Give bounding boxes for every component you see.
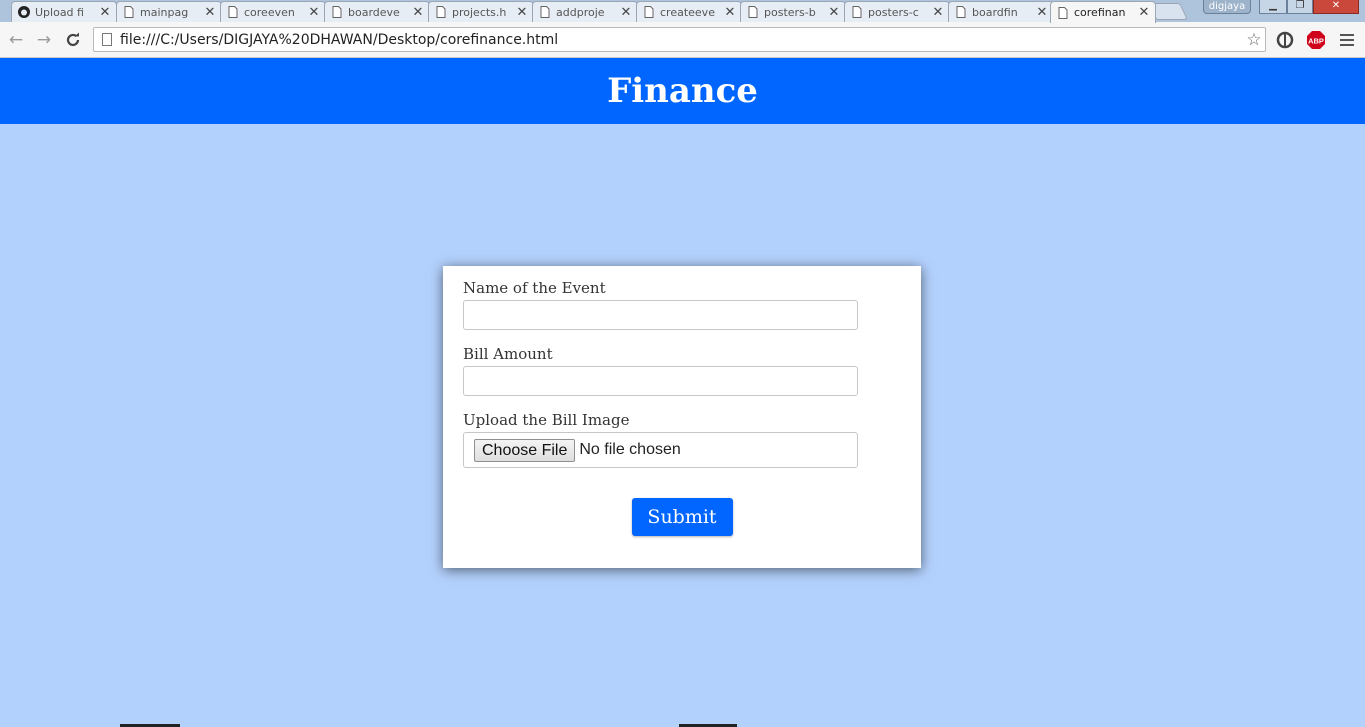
browser-tab-title: posters-c xyxy=(868,5,919,19)
window-close-button[interactable]: ✕ xyxy=(1313,0,1359,14)
browser-tab[interactable]: coreeven ✕ xyxy=(220,1,326,22)
reload-icon[interactable] xyxy=(63,30,83,50)
close-tab-icon[interactable]: ✕ xyxy=(931,5,945,20)
page-title: Finance xyxy=(607,71,758,111)
browser-tab-title: createeve xyxy=(660,5,715,19)
page-icon xyxy=(747,6,759,18)
browser-tab[interactable]: posters-c ✕ xyxy=(844,1,950,22)
browser-tab-title: boardeve xyxy=(348,5,400,19)
browser-tab[interactable]: posters-b ✕ xyxy=(740,1,846,22)
page-icon xyxy=(1057,6,1069,19)
close-tab-icon[interactable]: ✕ xyxy=(619,5,633,20)
browser-tab[interactable]: createeve ✕ xyxy=(636,1,742,22)
minimize-button[interactable]: ▁ xyxy=(1259,0,1287,14)
restore-button[interactable]: ❐ xyxy=(1287,0,1313,14)
page-header: Finance xyxy=(0,58,1365,124)
close-tab-icon[interactable]: ✕ xyxy=(307,5,321,20)
browser-tab-title: boardfin xyxy=(972,5,1018,19)
bill-amount-label: Bill Amount xyxy=(463,345,553,363)
browser-tab[interactable]: mainpag ✕ xyxy=(116,1,222,22)
browser-tab-title: coreeven xyxy=(244,5,295,19)
browser-tab[interactable]: corefinan ✕ xyxy=(1050,1,1156,23)
browser-menu-icon[interactable] xyxy=(1338,31,1356,49)
page-icon xyxy=(102,33,112,46)
page-icon xyxy=(227,6,239,18)
browser-tab[interactable]: boardeve ✕ xyxy=(324,1,430,22)
page-icon xyxy=(539,6,551,18)
close-tab-icon[interactable]: ✕ xyxy=(515,5,529,20)
browser-toolbar: ← → file:///C:/Users/DIGJAYA%20DHAWAN/De… xyxy=(0,22,1365,58)
page-icon xyxy=(331,6,343,18)
close-tab-icon[interactable]: ✕ xyxy=(1035,5,1049,20)
bill-image-label: Upload the Bill Image xyxy=(463,411,630,429)
tab-strip: Upload fi ✕ mainpag ✕ coreeven ✕ boardeve ✕ proj… xyxy=(0,0,1365,23)
browser-tab[interactable]: projects.h ✕ xyxy=(428,1,534,22)
browser-tab[interactable]: boardfin ✕ xyxy=(948,1,1054,22)
close-tab-icon[interactable]: ✕ xyxy=(1137,5,1151,20)
page-icon xyxy=(435,6,447,18)
address-bar[interactable]: file:///C:/Users/DIGJAYA%20DHAWAN/Deskto… xyxy=(93,27,1266,52)
bookmark-star-icon[interactable]: ☆ xyxy=(1243,30,1265,50)
browser-tab-title: projects.h xyxy=(452,5,507,19)
browser-tab-title: corefinan xyxy=(1074,6,1126,19)
close-tab-icon[interactable]: ✕ xyxy=(98,5,112,20)
address-url[interactable]: file:///C:/Users/DIGJAYA%20DHAWAN/Deskto… xyxy=(120,32,1243,48)
forward-icon[interactable]: → xyxy=(34,30,54,50)
submit-button[interactable]: Submit xyxy=(631,498,733,536)
page-icon xyxy=(955,6,967,18)
event-name-input[interactable] xyxy=(463,300,858,330)
page-icon xyxy=(123,6,135,18)
browser-tab-title: mainpag xyxy=(140,5,189,19)
bill-image-upload-field: Choose File No file chosen xyxy=(463,432,858,468)
close-tab-icon[interactable]: ✕ xyxy=(411,5,425,20)
browser-tab[interactable]: addproje ✕ xyxy=(532,1,638,22)
github-icon xyxy=(18,6,30,18)
abp-label: ABP xyxy=(1308,37,1324,46)
finance-form: Name of the Event Bill Amount Upload the… xyxy=(443,266,921,568)
close-tab-icon[interactable]: ✕ xyxy=(723,5,737,20)
browser-tab-title: addproje xyxy=(556,5,605,19)
page-icon xyxy=(643,6,655,18)
close-tab-icon[interactable]: ✕ xyxy=(827,5,841,20)
submit-container: Submit xyxy=(463,498,901,536)
back-icon[interactable]: ← xyxy=(6,30,26,50)
user-profile-badge[interactable]: digjaya xyxy=(1203,0,1251,14)
ghostery-extension-icon[interactable] xyxy=(1275,30,1295,50)
bill-amount-input[interactable] xyxy=(463,366,858,396)
browser-tab[interactable]: Upload fi ✕ xyxy=(11,1,117,22)
file-status-text: No file chosen xyxy=(579,441,681,458)
browser-tab-title: posters-b xyxy=(764,5,816,19)
choose-file-button[interactable]: Choose File xyxy=(474,438,576,462)
adblock-plus-icon[interactable]: ABP xyxy=(1306,30,1326,50)
event-name-label: Name of the Event xyxy=(463,279,606,297)
browser-tab-title: Upload fi xyxy=(35,5,84,19)
page-icon xyxy=(851,6,863,18)
close-tab-icon[interactable]: ✕ xyxy=(203,5,217,20)
